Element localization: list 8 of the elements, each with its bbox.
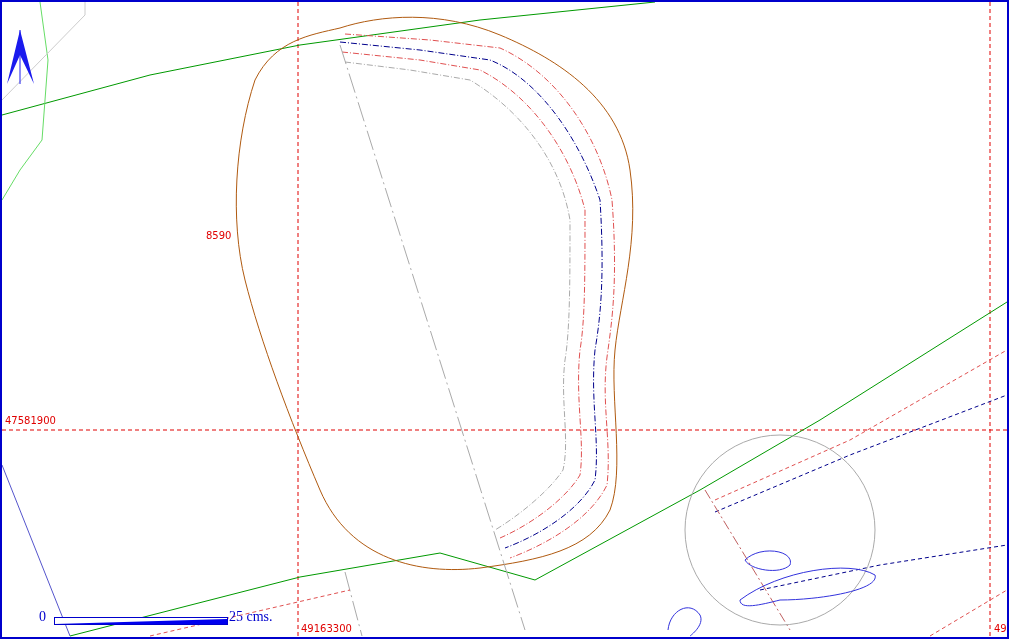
contour-label: 8590 bbox=[206, 231, 232, 241]
grid-coordinate-label: 49163300 bbox=[301, 624, 352, 634]
grid-coordinate-label: 47581900 bbox=[5, 416, 56, 426]
scale-label: 0 bbox=[39, 610, 46, 624]
scale-label: 25 cms. bbox=[229, 610, 273, 624]
grid-coordinate-label: 49 bbox=[994, 624, 1007, 634]
map-canvas[interactable]: 8590 47581900 49163300 49 0 25 cms. bbox=[0, 0, 1009, 639]
north-arrow-icon bbox=[7, 29, 34, 85]
